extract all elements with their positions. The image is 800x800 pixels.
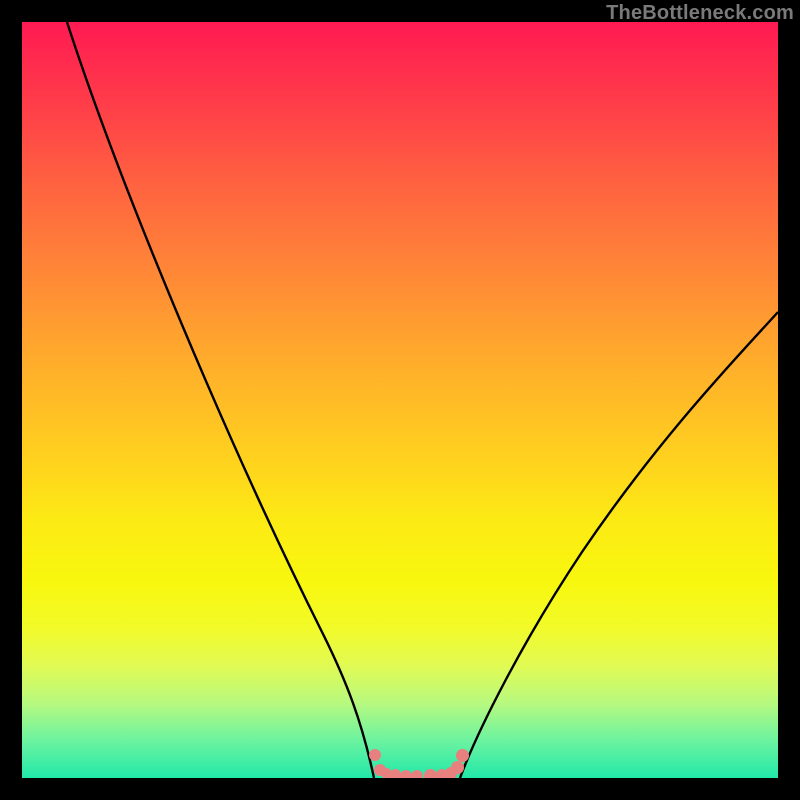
curve-layer [22,22,778,778]
data-marker [456,749,469,762]
attribution-text: TheBottleneck.com [606,2,794,25]
data-marker [451,761,464,774]
plot-area [22,22,778,778]
chart-frame: TheBottleneck.com [0,0,800,800]
data-marker [411,770,423,778]
right-curve [460,312,778,778]
left-curve [67,22,374,778]
data-marker [424,769,437,778]
